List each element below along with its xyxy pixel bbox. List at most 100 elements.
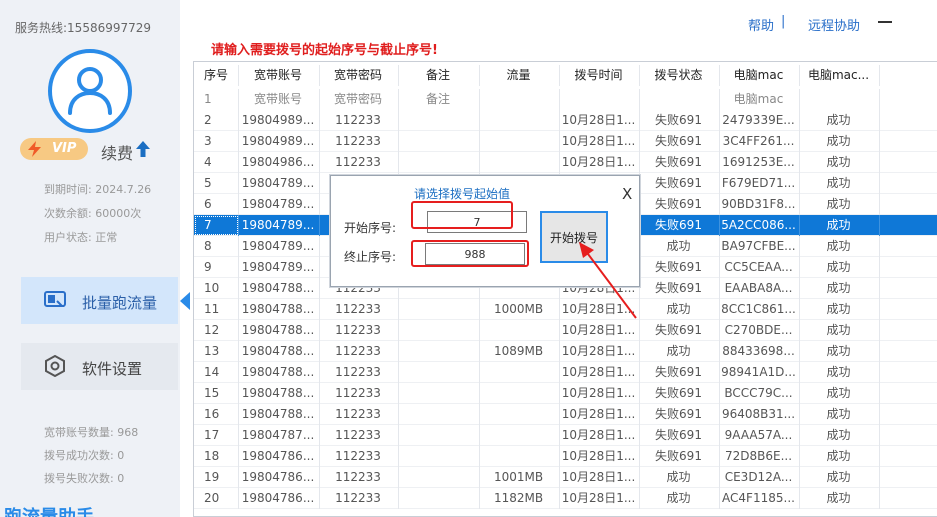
table-header-row: 序号 宽带账号 宽带密码 备注 流量 拨号时间 拨号状态 电脑mac 电脑mac... [194, 65, 937, 86]
table-cell: 失败691 [640, 173, 720, 194]
table-cell [399, 425, 480, 446]
table-row[interactable]: 3 19804989... 112233 10月28日1... 失败691 3C4FF26… [194, 131, 937, 152]
user-status: 用户状态: 正常 [44, 231, 118, 244]
table-cell: 98941A1D... [720, 362, 800, 383]
table-cell: 失败691 [640, 131, 720, 152]
table-cell: 宽带账号 [239, 89, 320, 110]
table-cell: 10月28日1... [560, 467, 640, 488]
table-cell [480, 362, 560, 383]
table-cell: 宽带账号 [239, 65, 320, 86]
table-cell: 1001MB [480, 467, 560, 488]
stat-success-count: 拨号成功次数: 0 [44, 449, 125, 462]
table-cell: 11 [194, 299, 239, 320]
table-cell: F679ED71... [720, 173, 800, 194]
table-cell: 2 [194, 110, 239, 131]
table-cell: 112233 [320, 341, 399, 362]
table-cell: 失败691 [640, 278, 720, 299]
renew-link[interactable]: 续费 [101, 140, 133, 164]
table-cell: 成功 [800, 131, 880, 152]
table-row[interactable]: 13 19804788... 112233 1089MB 10月28日1... 成功 884… [194, 341, 937, 362]
table-cell: 成功 [800, 362, 880, 383]
table-cell: 备注 [399, 65, 480, 86]
table-cell [480, 320, 560, 341]
table-row[interactable]: 4 19804986... 112233 10月28日1... 失败691 1691253… [194, 152, 937, 173]
table-cell: 19804788... [239, 362, 320, 383]
top-separator: | [781, 14, 786, 29]
table-cell [399, 320, 480, 341]
table-cell: 成功 [800, 152, 880, 173]
table-cell: 19804788... [239, 278, 320, 299]
table-cell: 88433698... [720, 341, 800, 362]
table-cell: 5A2CC086... [720, 215, 800, 236]
table-cell: 19804989... [239, 110, 320, 131]
table-cell: 19804789... [239, 194, 320, 215]
table-cell [399, 152, 480, 173]
table-cell: 成功 [800, 383, 880, 404]
table-cell [480, 131, 560, 152]
table-row[interactable]: 16 19804788... 112233 10月28日1... 失败691 96408B… [194, 404, 937, 425]
nav-active-caret [180, 292, 190, 310]
table-cell: 72D8B6E... [720, 446, 800, 467]
remote-assist-link[interactable]: 远程协助 [808, 15, 860, 34]
table-cell: 成功 [800, 236, 880, 257]
table-cell [480, 89, 560, 110]
table-cell: 2479339E... [720, 110, 800, 131]
table-row[interactable]: 14 19804788... 112233 10月28日1... 失败691 98941A… [194, 362, 937, 383]
table-row[interactable]: 18 19804786... 112233 10月28日1... 失败691 72D8B6… [194, 446, 937, 467]
table-cell [399, 383, 480, 404]
table-cell: CE3D12A... [720, 467, 800, 488]
table-cell: 90BD31F8... [720, 194, 800, 215]
table-cell: 19804789... [239, 215, 320, 236]
table-row[interactable]: 20 19804786... 112233 1182MB 10月28日1... 成功 AC4… [194, 488, 937, 509]
table-row[interactable]: 2 19804989... 112233 10月28日1... 失败691 2479339… [194, 110, 937, 131]
expire-date: 到期时间: 2024.7.26 [44, 183, 152, 196]
dialog-close-button[interactable]: X [622, 185, 632, 203]
nav-software-settings[interactable]: 软件设置 [21, 343, 178, 390]
table-row[interactable]: 12 19804788... 112233 10月28日1... 失败691 C270BD… [194, 320, 937, 341]
table-cell: 112233 [320, 299, 399, 320]
minimize-button[interactable] [878, 21, 892, 23]
table-cell: 成功 [800, 488, 880, 509]
table-cell: 成功 [800, 446, 880, 467]
table-cell: 序号 [194, 65, 239, 86]
table-cell: 112233 [320, 404, 399, 425]
table-cell [399, 131, 480, 152]
end-highlight-box [411, 240, 529, 267]
nav-settings-label: 软件设置 [82, 360, 143, 378]
table-cell: 8 [194, 236, 239, 257]
user-avatar[interactable] [48, 49, 132, 133]
table-cell: 19 [194, 467, 239, 488]
table-row[interactable]: 17 19804787... 112233 10月28日1... 失败691 9AAA57… [194, 425, 937, 446]
table-cell: 10月28日1... [560, 320, 640, 341]
table-cell: 13 [194, 341, 239, 362]
stat-account-count: 宽带账号数量: 968 [44, 426, 139, 439]
table-cell: 7 [194, 215, 239, 236]
table-row[interactable]: 15 19804788... 112233 10月28日1... 失败691 BCCC79… [194, 383, 937, 404]
table-subheader-row[interactable]: 1 宽带账号 宽带密码 备注 电脑mac [194, 89, 937, 110]
table-cell: 6 [194, 194, 239, 215]
table-cell [480, 446, 560, 467]
table-cell: 失败691 [640, 194, 720, 215]
table-cell: 19804989... [239, 131, 320, 152]
table-cell: 成功 [800, 173, 880, 194]
table-cell: 成功 [640, 299, 720, 320]
table-row[interactable]: 19 19804786... 112233 1001MB 10月28日1... 成功 CE3… [194, 467, 937, 488]
table-cell: 失败691 [640, 383, 720, 404]
table-cell: 失败691 [640, 215, 720, 236]
table-cell: 19804788... [239, 341, 320, 362]
table-cell: 成功 [800, 278, 880, 299]
start-index-label: 开始序号: [344, 221, 397, 235]
table-cell [399, 362, 480, 383]
table-cell: 电脑mac [720, 65, 800, 86]
table-cell: 失败691 [640, 362, 720, 383]
table-cell [800, 89, 880, 110]
table-cell: 宽带密码 [320, 65, 399, 86]
nav-batch-traffic[interactable]: 批量跑流量 [21, 277, 178, 324]
table-cell: 19804786... [239, 446, 320, 467]
table-cell: 成功 [800, 320, 880, 341]
end-index-label: 终止序号: [344, 250, 397, 264]
table-cell: 失败691 [640, 110, 720, 131]
help-link[interactable]: 帮助 [748, 15, 774, 34]
table-cell [480, 110, 560, 131]
table-cell: 成功 [800, 341, 880, 362]
